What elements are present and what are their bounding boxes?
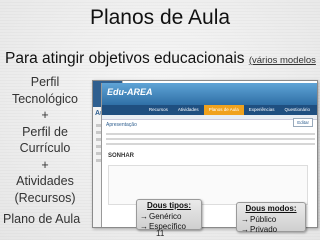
modes-callout-title: Dous modos: xyxy=(245,204,297,213)
types-callout: Dous tipos: Genérico Específico xyxy=(136,199,202,232)
tab-recursos: Recursos xyxy=(148,107,168,112)
page-number: 11 xyxy=(156,229,165,238)
panel-title: Apresentação xyxy=(106,122,137,128)
profile-line: Atividades xyxy=(16,174,74,188)
profile-line: Perfil xyxy=(30,75,60,89)
subtitle-text: Para atingir objetivos educacionais xyxy=(5,50,245,67)
types-item-specific: Específico xyxy=(140,222,198,232)
modes-item-private: Privado xyxy=(241,225,301,235)
subtitle-note: (vários modelos xyxy=(248,55,316,66)
profile-list: Perfil Tecnológico + Perfil de Currículo… xyxy=(0,74,90,206)
tab-atividades: Atividades xyxy=(177,107,199,112)
edit-button: Editar xyxy=(293,118,313,127)
plan-label: Plano de Aula xyxy=(3,212,81,226)
tab-planos-de-aula: Planos de Aula xyxy=(203,105,244,115)
profile-line: + xyxy=(41,108,49,122)
types-callout-title: Dous tipos: xyxy=(147,201,191,210)
slide-subtitle: Para atingir objetivos educacionais (vár… xyxy=(5,50,316,68)
panel-text-lines xyxy=(102,133,317,145)
profile-line: (Recursos) xyxy=(14,190,76,205)
modes-callout: Dous modos: Público Privado xyxy=(236,202,306,235)
slide-title: Planos de Aula xyxy=(89,6,231,29)
profile-line: Perfil de xyxy=(22,124,68,139)
app-header: Edu-AREA xyxy=(102,83,317,105)
tab-experiencias: Experiências xyxy=(248,107,275,112)
profile-line: Tecnológico xyxy=(11,91,78,106)
types-item-generic: Genérico xyxy=(140,212,198,222)
tab-questionario: Questionário xyxy=(284,107,310,112)
app-logo: Edu-AREA xyxy=(107,87,153,97)
plan-name: SONHAR xyxy=(108,153,135,159)
profile-line: + xyxy=(41,157,49,172)
modes-item-public: Público xyxy=(241,215,301,225)
profile-line: Currículo xyxy=(19,141,71,155)
app-tabs: Recursos Atividades Planos de Aula Exper… xyxy=(102,105,317,115)
